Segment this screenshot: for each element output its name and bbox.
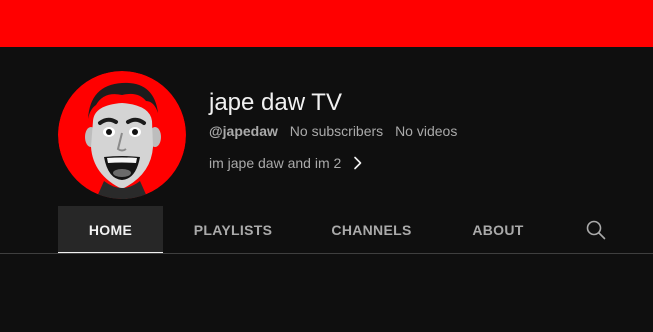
channel-avatar[interactable] bbox=[58, 71, 186, 199]
channel-handle: @japedaw bbox=[209, 123, 278, 139]
channel-tabs: HOME PLAYLISTS CHANNELS ABOUT bbox=[0, 206, 653, 254]
chevron-right-icon bbox=[351, 156, 365, 170]
tab-playlists[interactable]: PLAYLISTS bbox=[183, 206, 283, 254]
tabs-divider bbox=[0, 253, 653, 254]
avatar-image bbox=[58, 71, 186, 199]
subscriber-count: No subscribers bbox=[289, 123, 384, 139]
channel-banner bbox=[0, 0, 653, 47]
search-icon[interactable] bbox=[584, 218, 608, 242]
channel-meta: @japedaw No subscribers No videos bbox=[209, 122, 465, 140]
channel-description-link[interactable]: im jape daw and im 2 bbox=[209, 151, 365, 175]
video-count: No videos bbox=[395, 123, 458, 139]
channel-title: jape daw TV bbox=[209, 89, 342, 116]
channel-page: jape daw TV @japedaw No subscribers No v… bbox=[0, 0, 653, 332]
channel-description: im jape daw and im 2 bbox=[209, 155, 342, 171]
tab-about[interactable]: ABOUT bbox=[462, 206, 534, 254]
tab-channels[interactable]: CHANNELS bbox=[320, 206, 423, 254]
channel-header: jape daw TV @japedaw No subscribers No v… bbox=[0, 47, 653, 207]
tab-home[interactable]: HOME bbox=[58, 206, 163, 254]
